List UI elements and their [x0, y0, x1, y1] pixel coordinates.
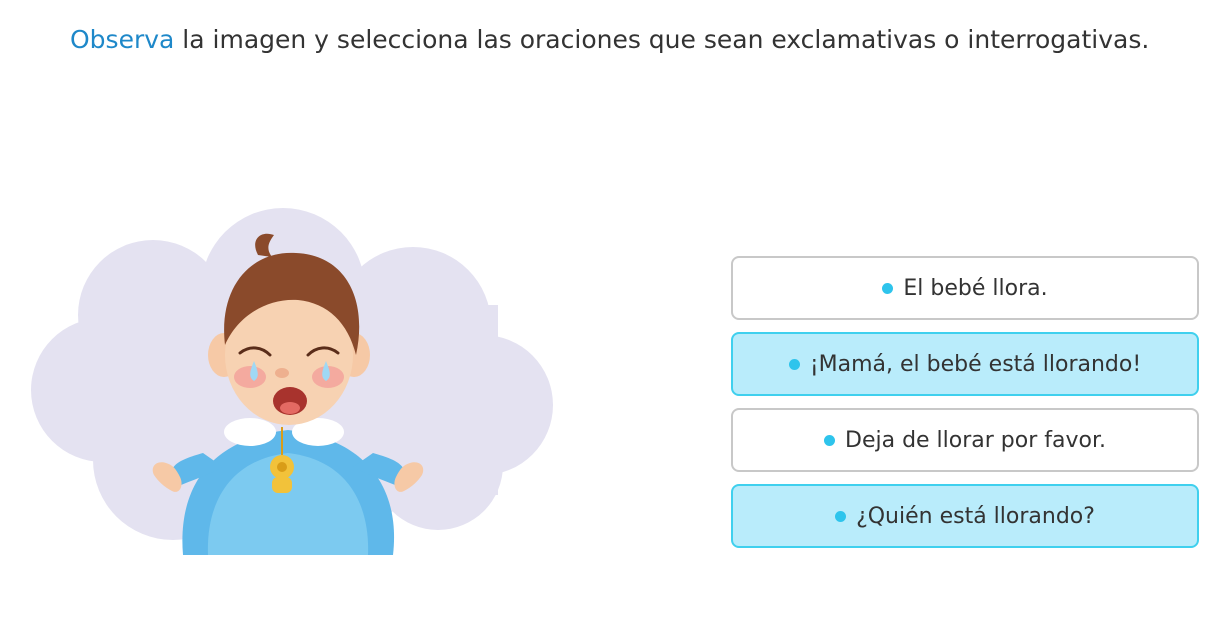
bullet-icon: [835, 510, 847, 522]
answer-options: El bebé llora. ¡Mamá, el bebé está llora…: [731, 256, 1199, 560]
option-2[interactable]: ¡Mamá, el bebé está llorando!: [731, 332, 1199, 396]
instruction-rest: la imagen y selecciona las oraciones que…: [174, 25, 1150, 54]
option-label: ¡Mamá, el bebé está llorando!: [809, 351, 1142, 377]
bullet-icon: [788, 358, 800, 370]
option-label: Deja de llorar por favor.: [845, 427, 1106, 453]
instruction-text: Observa la imagen y selecciona las oraci…: [70, 22, 1210, 58]
bullet-icon: [824, 434, 835, 446]
option-label: ¿Quién está llorando?: [856, 503, 1095, 529]
crying-baby-illustration: [28, 205, 558, 555]
bullet-icon: [882, 282, 894, 294]
option-4[interactable]: ¿Quién está llorando?: [731, 484, 1199, 548]
option-label: El bebé llora.: [903, 275, 1048, 301]
option-3[interactable]: Deja de llorar por favor.: [731, 408, 1199, 472]
option-1[interactable]: El bebé llora.: [731, 256, 1199, 320]
instruction-highlight: Observa: [70, 25, 175, 54]
